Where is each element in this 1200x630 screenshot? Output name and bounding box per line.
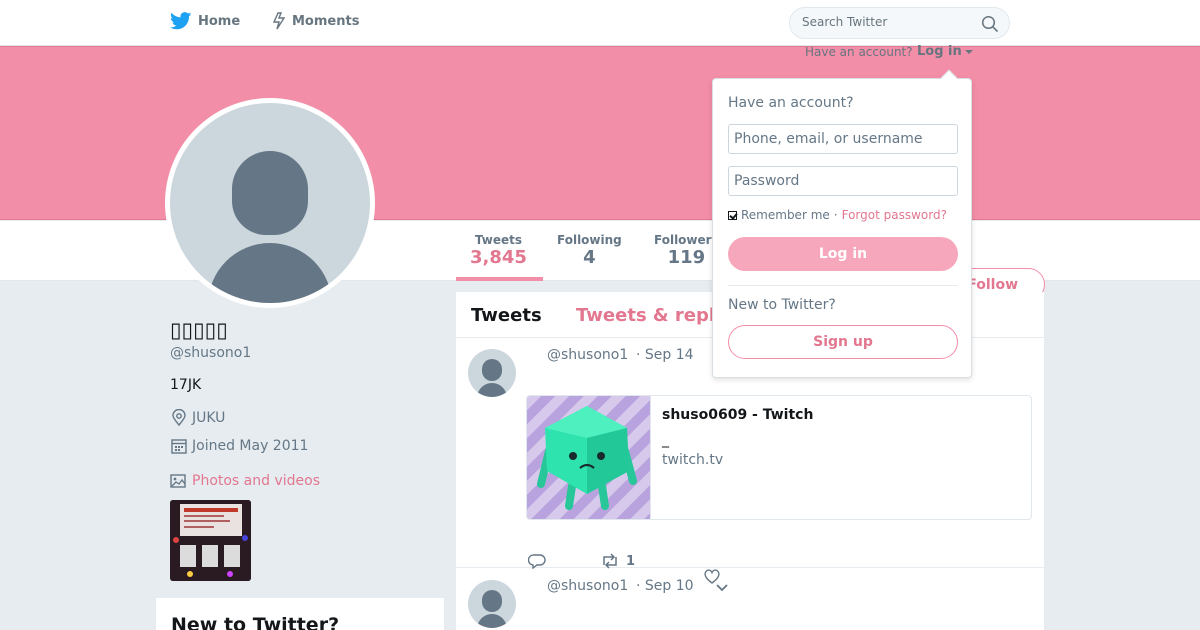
stat-followers-value: 119: [667, 247, 706, 268]
new-to-twitter-heading: New to Twitter?: [171, 614, 340, 630]
tweet-avatar[interactable]: [468, 349, 516, 397]
joined-text: Joined May 2011: [192, 438, 309, 454]
profile-location: JUKU: [170, 409, 225, 427]
avatar-placeholder: [170, 103, 370, 303]
retweet-icon[interactable]: [600, 553, 620, 569]
profile-bio: 17JK: [170, 377, 202, 393]
avatar-body-shape: [208, 243, 332, 303]
avatar-head-shape: [232, 151, 308, 235]
stat-following[interactable]: Following 4: [557, 233, 622, 268]
location-pin-icon: [172, 409, 186, 427]
forgot-password-link[interactable]: Forgot password?: [842, 208, 947, 222]
tab-tweets[interactable]: Tweets: [471, 305, 542, 326]
separator-dot: ·: [833, 208, 838, 222]
image-icon: [170, 474, 186, 488]
tweet-handle[interactable]: @shusono1: [547, 347, 628, 363]
profile-handle[interactable]: @shusono1: [170, 345, 251, 361]
profile-avatar[interactable]: [165, 98, 375, 308]
active-tab-underline: [456, 277, 543, 281]
location-text: JUKU: [192, 410, 226, 426]
avatar-body-shape: [477, 614, 507, 628]
login-dropdown-title: Have an account?: [728, 95, 854, 111]
password-field[interactable]: [728, 166, 958, 196]
login-dropdown: Have an account? Remember me · Forgot pa…: [712, 69, 972, 378]
have-account-text: Have an account?: [805, 45, 913, 59]
tweet-date[interactable]: · Sep 10: [636, 578, 694, 594]
new-to-twitter-label: New to Twitter?: [728, 297, 836, 313]
card-domain: twitch.tv: [662, 452, 724, 468]
avatar-body-shape: [477, 383, 507, 397]
tweet-avatar[interactable]: [468, 580, 516, 628]
nav-moments[interactable]: Moments: [272, 12, 359, 30]
login-button[interactable]: Log in: [728, 237, 958, 271]
stat-tweets-value: 3,845: [470, 247, 527, 268]
photos-link-label: Photos and videos: [192, 473, 321, 489]
nav-home[interactable]: Home: [170, 12, 240, 30]
reply-icon[interactable]: [528, 553, 546, 569]
stat-following-label: Following: [557, 233, 622, 247]
card-image: [527, 396, 651, 519]
profile-joined: Joined May 2011: [170, 437, 308, 455]
green-d20-mascot-icon: [537, 406, 637, 510]
chevron-down-icon[interactable]: [716, 583, 728, 593]
remember-me-checkbox[interactable]: [728, 210, 737, 220]
stat-followers-label: Followers: [654, 233, 719, 247]
login-dropdown-toggle[interactable]: Log in: [917, 44, 973, 59]
lightning-icon: [272, 12, 286, 30]
nav-moments-label: Moments: [292, 13, 360, 29]
stat-tweets-label: Tweets: [474, 233, 523, 247]
link-card[interactable]: shuso0609 - Twitch _ twitch.tv: [526, 395, 1032, 520]
stat-following-value: 4: [583, 247, 596, 268]
avatar-head-shape: [482, 590, 502, 612]
remember-row: Remember me · Forgot password?: [728, 208, 947, 222]
stat-followers[interactable]: Followers 119: [654, 233, 719, 268]
card-title: shuso0609 - Twitch: [662, 407, 814, 423]
search-box: [789, 7, 1010, 39]
profile-name[interactable]: ▯▯▯▯▯: [170, 318, 228, 342]
remember-me-label[interactable]: Remember me: [741, 208, 830, 222]
search-input[interactable]: [802, 15, 972, 29]
retweet-count: 1: [626, 553, 636, 569]
top-nav: Home Moments: [0, 0, 1200, 46]
username-field[interactable]: [728, 124, 958, 154]
signup-button[interactable]: Sign up: [728, 325, 958, 359]
photos-and-videos-link[interactable]: Photos and videos: [170, 473, 320, 489]
card-description: _: [662, 432, 669, 448]
login-link-label: Log in: [917, 44, 962, 59]
caret-down-icon: [964, 49, 973, 54]
search-icon[interactable]: [981, 15, 999, 33]
pachislot-machine-photo: [170, 500, 251, 581]
media-thumbnail[interactable]: [170, 500, 251, 581]
nav-home-label: Home: [198, 13, 241, 29]
tweet-handle[interactable]: @shusono1: [547, 578, 628, 594]
tweet-item[interactable]: @shusono1 · Sep 10: [456, 569, 1044, 630]
avatar-head-shape: [482, 359, 502, 381]
divider: [728, 285, 958, 286]
stat-tweets[interactable]: Tweets 3,845: [470, 233, 527, 268]
calendar-icon: [171, 439, 187, 454]
twitter-bird-icon: [170, 12, 192, 30]
tweet-date[interactable]: · Sep 14: [636, 347, 694, 363]
new-to-twitter-panel: New to Twitter?: [156, 598, 444, 630]
